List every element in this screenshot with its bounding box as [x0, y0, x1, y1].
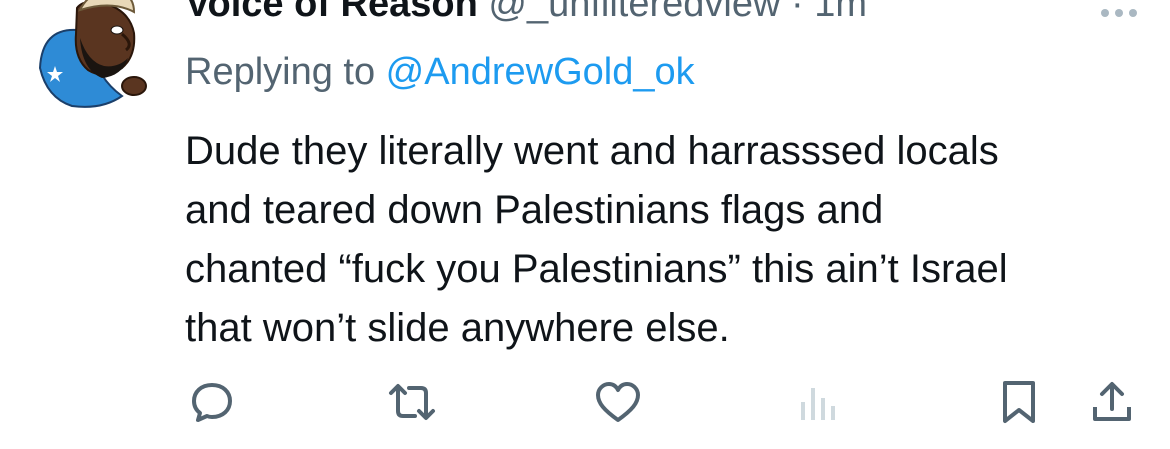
- retweet-icon: [389, 384, 435, 420]
- timestamp[interactable]: 1m: [814, 0, 867, 25]
- tweet-text-line: chanted “fuck you Palestinians” this ain…: [185, 247, 1008, 291]
- bookmark-icon: [1003, 381, 1035, 423]
- more-horizontal-icon: [1101, 9, 1137, 17]
- replying-to: Replying to @AndrewGold_ok: [185, 49, 695, 95]
- tweet-text-line: Dude they literally went and harrasssed …: [185, 129, 999, 173]
- share-upload-icon: [1093, 382, 1131, 421]
- reply-button[interactable]: [186, 378, 238, 426]
- views-button[interactable]: [794, 378, 840, 426]
- author-name[interactable]: Voice of Reason: [185, 0, 478, 25]
- bookmark-button[interactable]: [996, 378, 1042, 426]
- more-options-button[interactable]: [1094, 0, 1144, 26]
- replying-to-label: Replying to: [185, 51, 386, 93]
- tweet-text-line: that won’t slide anywhere else.: [185, 306, 730, 350]
- replying-to-link[interactable]: @AndrewGold_ok: [386, 51, 695, 93]
- retweet-button[interactable]: [384, 378, 440, 426]
- speech-bubble-icon: [192, 383, 232, 422]
- tweet-text-line: and teared down Palestinians flags and: [185, 188, 884, 232]
- avatar-image: [38, 0, 147, 108]
- heart-icon: [596, 382, 640, 422]
- share-button[interactable]: [1088, 378, 1136, 426]
- avatar[interactable]: [22, 0, 162, 118]
- tweet-header: Voice of Reason @_unfilteredview · 1m: [185, 0, 867, 27]
- separator: ·: [791, 0, 804, 25]
- like-button[interactable]: [592, 378, 644, 426]
- tweet-text: Dude they literally went and harrasssed …: [185, 122, 1145, 358]
- bar-chart-icon: [801, 388, 835, 420]
- author-handle[interactable]: @_unfilteredview: [488, 0, 780, 25]
